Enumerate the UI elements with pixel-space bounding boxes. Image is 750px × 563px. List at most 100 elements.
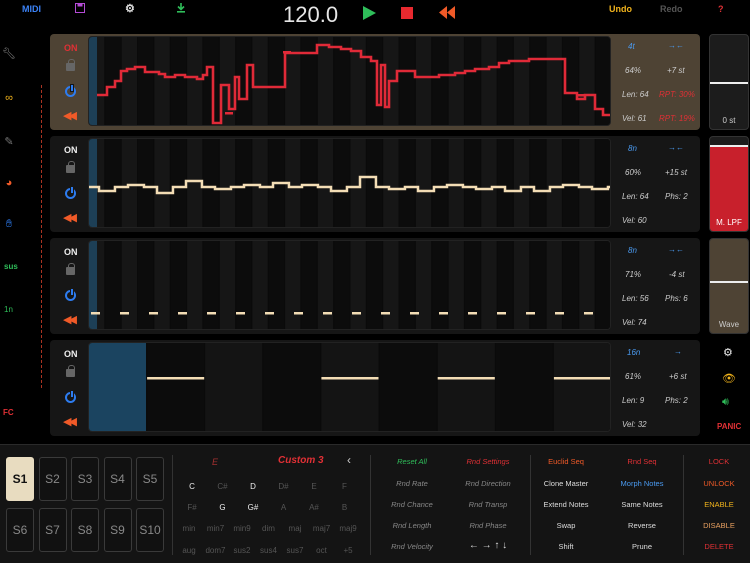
rnd-settings-button[interactable]: Rnd Settings — [443, 457, 533, 466]
chord-preset-button[interactable]: sus2 — [229, 546, 255, 555]
slot-button[interactable]: S4 — [103, 457, 132, 501]
enable-button[interactable]: ENABLE — [674, 500, 750, 509]
filter-slider[interactable]: M. LPF — [709, 136, 749, 232]
track-2-direction-icon[interactable]: →← — [668, 143, 684, 152]
track-2-phase[interactable]: Phs: 2 — [665, 192, 688, 201]
chord-preset-button[interactable]: sus4 — [256, 546, 282, 555]
chord-preset-button[interactable]: min9 — [229, 524, 255, 533]
chord-preset-button[interactable]: +5 — [335, 546, 361, 555]
wave-slider-handle[interactable] — [710, 281, 748, 284]
cogs-icon[interactable]: ⚙ — [723, 346, 733, 359]
scale-name[interactable]: Custom 3 — [278, 455, 324, 466]
delete-button[interactable]: DELETE — [674, 542, 750, 551]
play-icon[interactable] — [363, 6, 376, 25]
track-4-power-icon[interactable] — [65, 390, 76, 403]
track-2-sequencer[interactable] — [88, 138, 611, 228]
undo-button[interactable]: Undo — [609, 4, 632, 14]
scale-note-toggle[interactable]: A — [271, 503, 297, 512]
scale-note-toggle[interactable]: C — [179, 482, 205, 491]
track-4-velocity[interactable]: Vel: 32 — [622, 420, 647, 429]
hand-icon[interactable]: ✋︎ — [2, 218, 16, 232]
pitch-slider-handle[interactable] — [710, 82, 748, 84]
track-1-repeat[interactable]: RPT: 30% — [659, 90, 695, 99]
chord-preset-button[interactable]: maj — [282, 524, 308, 533]
track-3-sequencer[interactable] — [88, 240, 611, 330]
scale-note-toggle[interactable]: F — [332, 482, 358, 491]
needle-icon[interactable]: ✎ — [2, 135, 16, 149]
chord-preset-button[interactable]: sus7 — [282, 546, 308, 555]
track-4-chance[interactable]: 61% — [625, 372, 641, 381]
track-4-lock-icon[interactable] — [66, 365, 75, 377]
slot-button[interactable]: S1 — [6, 457, 34, 501]
track-3-power-icon[interactable] — [65, 288, 76, 301]
track-3-phase[interactable]: Phs: 6 — [665, 294, 688, 303]
rnd-direction-button[interactable]: Rnd Direction — [443, 479, 533, 488]
scale-note-toggle[interactable]: D# — [271, 482, 297, 491]
track-2-chance[interactable]: 60% — [625, 168, 641, 177]
help-button[interactable]: ? — [718, 4, 724, 14]
track-4-rewind-icon[interactable]: ◀◀ — [63, 415, 77, 428]
chord-preset-button[interactable]: oct — [309, 546, 335, 555]
chord-preset-button[interactable]: min7 — [203, 524, 229, 533]
track-1-lock-icon[interactable] — [66, 59, 75, 71]
track-3-on-button[interactable]: ON — [64, 247, 78, 257]
track-3-rate[interactable]: 8n — [628, 246, 637, 255]
track-1-velocity[interactable]: Vel: 61 — [622, 114, 647, 123]
track-2-rate[interactable]: 8n — [628, 144, 637, 153]
track-2-transpose[interactable]: +15 st — [665, 168, 687, 177]
track-2-on-button[interactable]: ON — [64, 145, 78, 155]
link-icon[interactable]: ∞ — [2, 92, 16, 106]
track-2-lock-icon[interactable] — [66, 161, 75, 173]
panic-button[interactable]: PANIC — [717, 422, 741, 431]
scale-flag-icon[interactable]: E — [212, 457, 218, 467]
scale-note-toggle[interactable]: C# — [210, 482, 236, 491]
track-1-on-button[interactable]: ON — [64, 43, 78, 53]
track-2-power-icon[interactable] — [65, 186, 76, 199]
track-3-lock-icon[interactable] — [66, 263, 75, 275]
slot-button[interactable]: S3 — [71, 457, 99, 501]
track-3-direction-icon[interactable]: →← — [668, 245, 684, 254]
slot-button[interactable]: S7 — [38, 508, 67, 552]
chord-preset-button[interactable]: min — [176, 524, 202, 533]
scale-note-toggle[interactable]: B — [332, 503, 358, 512]
filter-slider-handle[interactable] — [710, 144, 748, 147]
chord-preset-button[interactable]: maj9 — [335, 524, 361, 533]
track-4-transpose[interactable]: +6 st — [669, 372, 687, 381]
speaker-icon[interactable]: 🔊︎ — [722, 396, 729, 409]
chord-preset-button[interactable]: maj7 — [309, 524, 335, 533]
download-icon[interactable] — [176, 3, 186, 15]
scale-note-toggle[interactable]: G — [210, 503, 236, 512]
tempo-display[interactable]: 120.0 — [283, 2, 338, 28]
scale-note-toggle[interactable]: G# — [240, 503, 266, 512]
scale-note-toggle[interactable]: F# — [179, 503, 205, 512]
track-1-sequencer[interactable] — [88, 36, 611, 126]
rnd-phase-button[interactable]: Rnd Phase — [443, 521, 533, 530]
unlock-button[interactable]: UNLOCK — [674, 479, 750, 488]
track-4-rate[interactable]: 16n — [627, 348, 640, 357]
slot-button[interactable]: S6 — [6, 508, 34, 552]
chord-preset-button[interactable]: aug — [176, 546, 202, 555]
track-4-phase[interactable]: Phs: 2 — [665, 396, 688, 405]
fc-toggle[interactable]: FC — [3, 408, 14, 417]
track-4-on-button[interactable]: ON — [64, 349, 78, 359]
globe-icon[interactable]: ◕ — [2, 177, 16, 191]
track-1-rewind-icon[interactable]: ◀◀ — [63, 109, 77, 122]
track-1-chance[interactable]: 64% — [625, 66, 641, 75]
track-3-rewind-icon[interactable]: ◀◀ — [63, 313, 77, 326]
slot-button[interactable]: S8 — [71, 508, 99, 552]
chord-preset-button[interactable]: dom7 — [203, 546, 229, 555]
wave-slider[interactable]: Wave — [709, 238, 749, 334]
eye-icon[interactable]: 👁︎ — [722, 372, 736, 385]
track-1-power-icon[interactable] — [65, 84, 76, 97]
scale-note-toggle[interactable]: A# — [301, 503, 327, 512]
rnd-transp-button[interactable]: Rnd Transp — [443, 500, 533, 509]
track-2-rewind-icon[interactable]: ◀◀ — [63, 211, 77, 224]
track-3-transpose[interactable]: -4 st — [669, 270, 685, 279]
track-1-length[interactable]: Len: 64 — [622, 90, 649, 99]
slot-button[interactable]: S9 — [103, 508, 132, 552]
pitch-slider[interactable]: 0 st — [709, 34, 749, 130]
save-icon[interactable] — [75, 3, 85, 15]
track-3-velocity[interactable]: Vel: 74 — [622, 318, 647, 327]
slot-button[interactable]: S2 — [38, 457, 67, 501]
track-1-repeat-2[interactable]: RPT: 19% — [659, 114, 695, 123]
